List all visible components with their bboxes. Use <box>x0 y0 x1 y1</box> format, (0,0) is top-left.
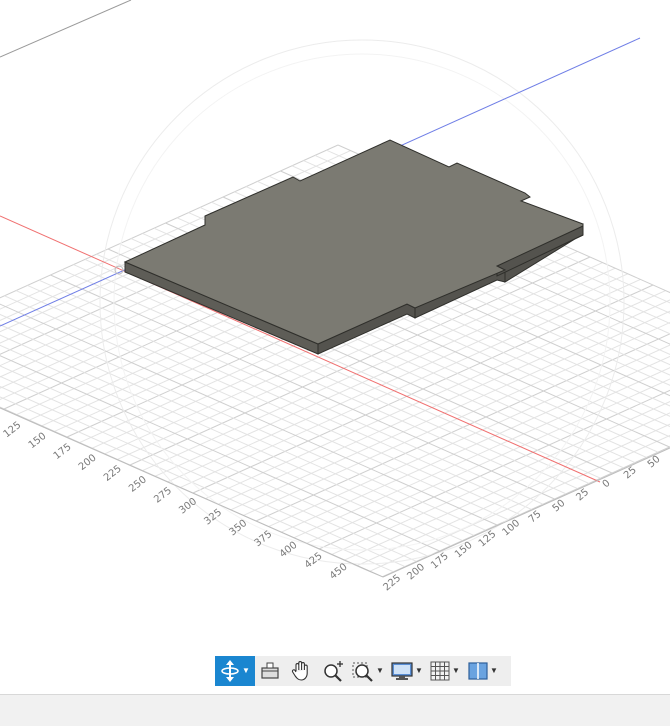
grid-border-top <box>0 0 132 58</box>
chevron-down-icon[interactable]: ▼ <box>415 667 423 675</box>
orbit-button[interactable]: ▼ <box>215 656 255 686</box>
grid-settings-button[interactable]: ▼ <box>426 656 464 686</box>
navigation-toolbar: ▼ ▼ ▼ ▼ ▼ <box>215 656 511 686</box>
look-at-button[interactable] <box>255 656 285 686</box>
axis-tick-label: 175 <box>52 442 74 462</box>
grid-line <box>0 321 452 547</box>
axis-tick-label: 375 <box>253 529 275 549</box>
display-settings-button[interactable]: ▼ <box>388 656 426 686</box>
pan-button[interactable] <box>285 656 317 686</box>
grid-icon <box>430 661 450 681</box>
grid-line <box>0 300 498 526</box>
3d-viewport[interactable]: 125 150 175 200 225 250 275 300 325 350 375 400 425 4… <box>0 0 670 694</box>
monitor-icon <box>391 662 413 680</box>
zoom-window-icon <box>352 662 373 682</box>
axis-tick-label: 200 <box>77 453 99 473</box>
grid-border-right <box>382 447 670 578</box>
axis-tick-label: 325 <box>202 507 224 527</box>
chevron-down-icon[interactable]: ▼ <box>452 667 460 675</box>
chevron-down-icon[interactable]: ▼ <box>490 667 498 675</box>
axis-tick-label: 400 <box>278 540 300 560</box>
orbit-icon <box>221 660 239 682</box>
hand-icon <box>291 661 308 681</box>
chevron-down-icon[interactable]: ▼ <box>376 667 384 675</box>
grid-line <box>0 316 463 542</box>
axis-tick-label: 150 <box>27 431 49 451</box>
axis-tick-label: 250 <box>127 474 149 494</box>
look-at-icon <box>261 662 279 679</box>
plate-body[interactable] <box>123 139 584 355</box>
axis-tick-label: 425 <box>303 551 325 571</box>
status-bar <box>0 694 670 726</box>
axis-tick-label: 100 <box>501 518 523 539</box>
axis-tick-label: 150 <box>453 540 475 561</box>
viewports-button[interactable]: ▼ <box>464 656 502 686</box>
chevron-down-icon[interactable]: ▼ <box>242 667 250 675</box>
viewports-icon <box>468 662 488 680</box>
fit-button[interactable]: ▼ <box>349 656 387 686</box>
axis-tick-label: 300 <box>177 496 199 516</box>
axis-tick-label: 125 <box>477 529 499 550</box>
axis-tick-label: 125 <box>2 420 24 440</box>
zoom-icon <box>324 661 343 682</box>
grid-line <box>293 329 670 539</box>
axis-tick-label: 0 <box>601 478 613 491</box>
axis-tick-label: 225 <box>102 463 124 483</box>
axis-tick-label: 450 <box>328 562 350 582</box>
axis-tick-label: 275 <box>152 485 174 505</box>
zoom-button[interactable] <box>317 656 349 686</box>
